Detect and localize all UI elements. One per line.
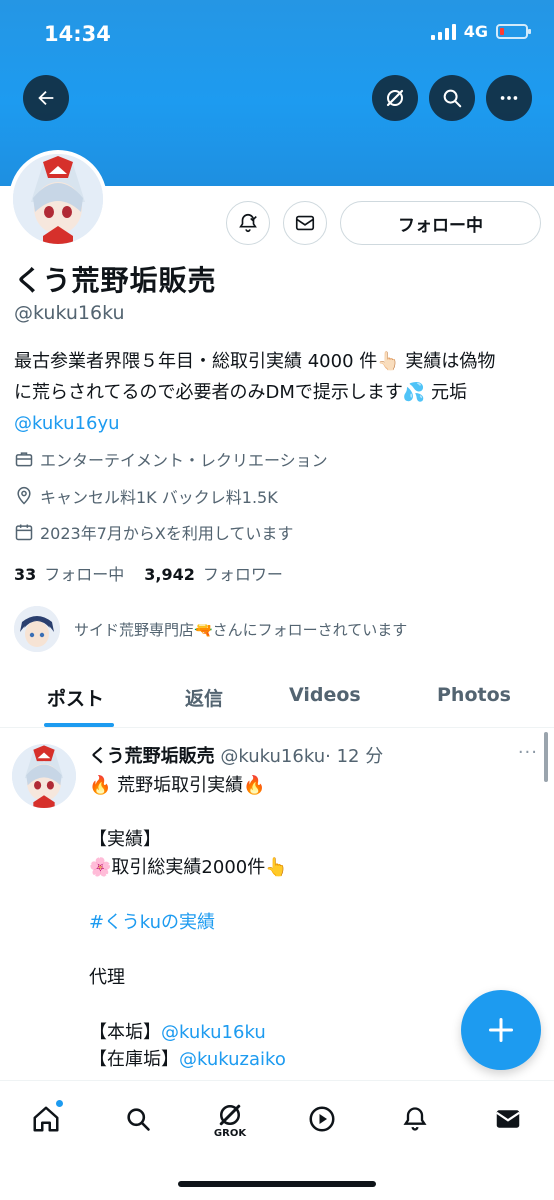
tweet-text-line: 🌸取引総実績2000件👆 [89, 857, 288, 878]
notify-button[interactable] [226, 201, 270, 245]
status-time: 14:34 [44, 22, 111, 46]
nav-messages[interactable] [488, 1097, 528, 1141]
follower-avatar [14, 606, 60, 652]
nav-home[interactable] [26, 1097, 66, 1141]
notification-dot [55, 1099, 64, 1108]
home-icon [33, 1106, 59, 1132]
tab-videos[interactable]: Videos [289, 684, 361, 706]
briefcase-icon [15, 452, 33, 467]
tweet-author-handle: @kuku16ku [220, 746, 326, 767]
calendar-icon [15, 524, 33, 541]
bio-text: に荒らされてるので必要者のみDMで提示します💦 元垢 [14, 382, 467, 403]
play-circle-icon [309, 1106, 335, 1132]
compose-button[interactable] [461, 990, 541, 1070]
joined-text: 2023年7月からXを利用しています [40, 524, 294, 543]
tweet-label: 【本垢】 [89, 1022, 161, 1043]
tweet-text-line: 【在庫垢】@kukuzaiko [89, 1045, 286, 1071]
bell-check-icon [239, 213, 257, 233]
signal-icon [430, 23, 456, 40]
bio-line: 最古参業者界隈５年目・総取引実績 4000 件👆🏻 実績は偽物 [14, 351, 496, 372]
grok-label: GROK [213, 1127, 247, 1139]
category-text: エンターテイメント・レクリエーション [40, 451, 328, 470]
tab-photos[interactable]: Photos [437, 684, 511, 706]
profile-bio: 最古参業者界隈５年目・総取引実績 4000 件👆🏻 実績は偽物 に荒らされてるの… [14, 346, 544, 439]
followed-by-text: サイド荒野専門店🔫さんにフォローされています [74, 620, 408, 639]
tweet-more-button[interactable]: ··· [518, 742, 538, 763]
tweet-mention-link[interactable]: @kuku16ku [161, 1022, 266, 1043]
anime-avatar-small-image [14, 606, 60, 652]
profile-joined: 2023年7月からXを利用しています [14, 520, 293, 544]
followed-by[interactable]: サイド荒野専門店🔫さんにフォローされています [14, 606, 407, 652]
plus-icon [488, 1017, 514, 1043]
following-link[interactable]: 33 フォロー中 [14, 561, 124, 585]
tweet-author-name[interactable]: くう荒野垢販売 [89, 746, 215, 767]
followers-label: フォロワー [202, 565, 283, 584]
tweet-text-line: 【本垢】@kuku16ku [89, 1018, 266, 1044]
status-indicators: 4G [430, 22, 531, 41]
tweet-label: 【在庫垢】 [89, 1049, 179, 1070]
bio-line: に荒らされてるので必要者のみDMで提示します💦 元垢 [14, 377, 544, 408]
network-type: 4G [463, 22, 488, 41]
followers-count: 3,942 [144, 565, 195, 584]
nav-videos[interactable] [302, 1097, 342, 1141]
nav-search[interactable] [118, 1097, 158, 1141]
tweet-time: · 12 分 [325, 746, 384, 767]
follow-stats: 33 フォロー中 3,942 フォロワー [14, 561, 283, 585]
tab-posts[interactable]: ポスト [47, 684, 104, 711]
tweet-text-line: 代理 [89, 967, 125, 988]
bio-mention-link[interactable]: @kuku16yu [14, 413, 120, 434]
profile-tabs: ポスト 返信 Videos Photos [0, 668, 554, 728]
profile-handle: @kuku16ku [14, 302, 125, 324]
tweet-text-line: 【実績】 [89, 829, 161, 850]
grok-button[interactable] [372, 75, 418, 121]
search-button[interactable] [429, 75, 475, 121]
envelope-icon [295, 215, 315, 231]
grok-icon [386, 89, 404, 107]
scrollbar[interactable] [544, 732, 548, 782]
tweet-mention-link[interactable]: @kukuzaiko [179, 1049, 286, 1070]
nav-notifications[interactable] [395, 1097, 435, 1141]
search-icon [127, 1108, 150, 1131]
tweet-avatar[interactable] [12, 744, 76, 808]
following-count: 33 [14, 565, 37, 584]
tweet-text-line: 🔥 荒野垢取引実績🔥 [89, 775, 266, 796]
grok-icon [219, 1104, 241, 1125]
arrow-left-icon [38, 90, 54, 106]
location-pin-icon [17, 486, 31, 505]
envelope-icon [496, 1110, 520, 1128]
active-tab-indicator [44, 723, 114, 727]
tweet-header: くう荒野垢販売 @kuku16ku· 12 分 [89, 742, 383, 768]
followers-link[interactable]: 3,942 フォロワー [144, 561, 283, 585]
profile-location: キャンセル料1K バックレ料1.5K [14, 484, 278, 508]
profile-display-name: くう荒野垢販売 [14, 264, 217, 297]
message-button[interactable] [283, 201, 327, 245]
tweet-hashtag-link[interactable]: #くうkuの実績 [89, 908, 215, 934]
tab-replies[interactable]: 返信 [185, 684, 223, 711]
profile-avatar[interactable] [9, 150, 107, 248]
following-button[interactable]: フォロー中 [340, 201, 541, 245]
nav-grok[interactable]: GROK [210, 1097, 250, 1141]
battery-icon [496, 24, 531, 39]
search-icon [443, 89, 462, 108]
more-button[interactable] [486, 75, 532, 121]
anime-avatar-image [12, 744, 76, 808]
home-indicator [178, 1181, 376, 1187]
back-button[interactable] [23, 75, 69, 121]
following-label: フォロー中 [44, 565, 125, 584]
more-icon [500, 96, 518, 100]
anime-avatar-image [13, 154, 103, 244]
location-text: キャンセル料1K バックレ料1.5K [40, 488, 278, 507]
bell-icon [403, 1107, 427, 1131]
profile-category: エンターテイメント・レクリエーション [14, 447, 328, 471]
